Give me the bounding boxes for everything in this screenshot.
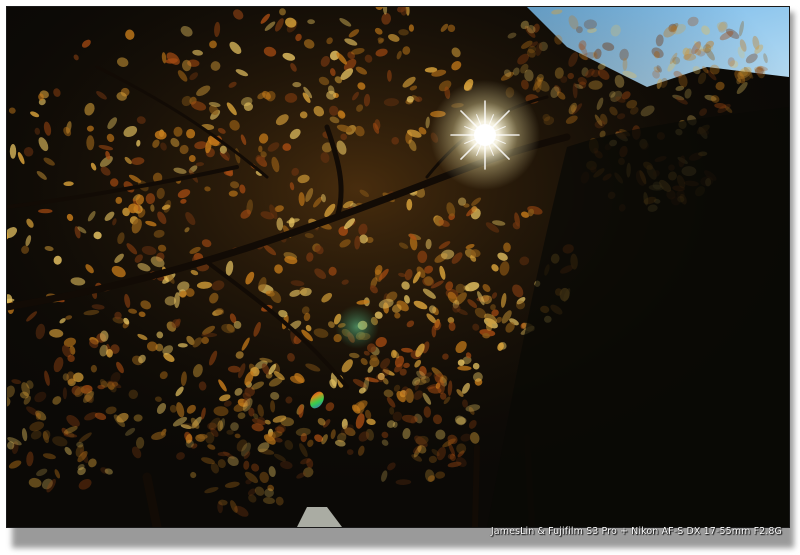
leaf xyxy=(62,387,68,400)
autumn-forest-photo xyxy=(6,6,790,528)
leaf xyxy=(86,135,95,151)
leaf xyxy=(186,128,196,139)
lens-flare-green xyxy=(335,305,379,349)
photo-credit-caption: JamesLin & Fujifilm S3 Pro + Nikon AF-S … xyxy=(490,526,782,537)
leaf xyxy=(38,208,53,214)
leaf xyxy=(9,143,17,159)
sun xyxy=(430,80,540,190)
photo-frame: JamesLin & Fujifilm S3 Pro + Nikon AF-S … xyxy=(0,0,800,555)
leaf xyxy=(258,145,263,153)
leaf xyxy=(456,443,467,454)
forest-scene xyxy=(7,7,789,527)
